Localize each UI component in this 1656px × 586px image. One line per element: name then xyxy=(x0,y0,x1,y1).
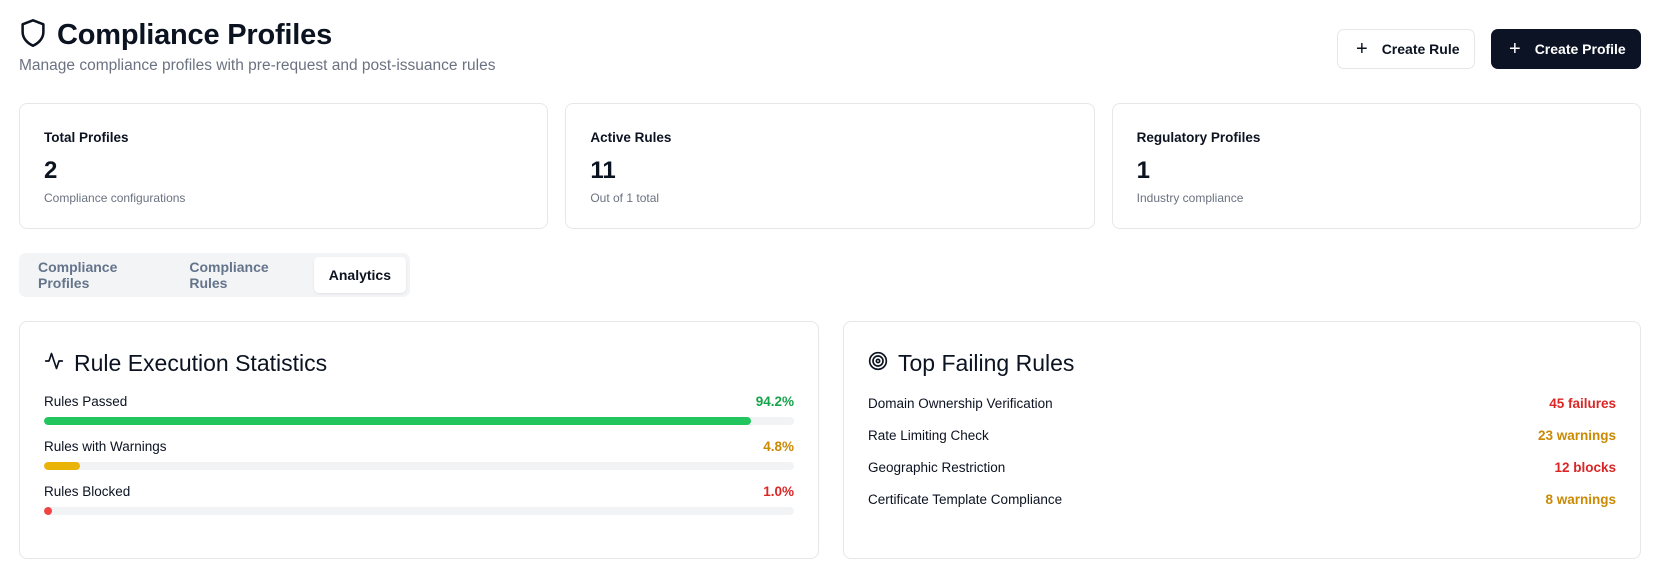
metric-label: Rules Passed xyxy=(44,394,128,409)
stat-value: 1 xyxy=(1136,157,1151,184)
create-rule-button[interactable]: + Create Rule xyxy=(1337,29,1475,69)
tab-analytics[interactable]: Analytics xyxy=(313,257,406,293)
rule-result: 23 warnings xyxy=(1537,428,1616,443)
rule-name: Rate Limiting Check xyxy=(868,428,989,443)
activity-icon xyxy=(44,350,64,377)
rule-name: Geographic Restriction xyxy=(868,460,1006,475)
rule-execution-panel: Rule Execution Statistics Rules Passed 9… xyxy=(19,321,819,559)
metric-rules-warnings: Rules with Warnings 4.8% xyxy=(44,439,794,470)
list-item: Domain Ownership Verification 45 failure… xyxy=(868,396,1616,428)
tab-list: Compliance Profiles Compliance Rules Ana… xyxy=(19,253,410,297)
panel-title: Rule Execution Statistics xyxy=(74,349,328,376)
page-subtitle: Manage compliance profiles with pre-requ… xyxy=(19,57,496,74)
metric-rules-blocked: Rules Blocked 1.0% xyxy=(44,484,794,515)
create-profile-label: Create Profile xyxy=(1534,41,1626,57)
stat-caption: Industry compliance xyxy=(1136,191,1244,205)
stat-card-active-rules: Active Rules 11 Out of 1 total xyxy=(565,103,1095,229)
metric-percent: 4.8% xyxy=(763,439,794,454)
panel-title: Top Failing Rules xyxy=(898,349,1075,376)
tab-compliance-profiles[interactable]: Compliance Profiles xyxy=(23,257,174,293)
create-rule-label: Create Rule xyxy=(1381,41,1460,57)
plus-icon: + xyxy=(1356,38,1368,60)
progress-track xyxy=(44,462,794,470)
target-icon xyxy=(868,350,888,377)
rule-name: Domain Ownership Verification xyxy=(868,396,1053,411)
plus-icon: + xyxy=(1509,38,1521,60)
stat-card-total-profiles: Total Profiles 2 Compliance configuratio… xyxy=(19,103,549,229)
failing-rules-list: Domain Ownership Verification 45 failure… xyxy=(868,396,1616,524)
progress-track xyxy=(44,507,794,515)
stat-value: 2 xyxy=(44,157,58,184)
metric-rules-passed: Rules Passed 94.2% xyxy=(44,394,794,425)
progress-fill xyxy=(44,417,751,425)
list-item: Geographic Restriction 12 blocks xyxy=(868,460,1616,492)
panel-title-row: Rule Execution Statistics xyxy=(44,346,794,380)
list-item: Certificate Template Compliance 8 warnin… xyxy=(868,492,1616,524)
stat-card-regulatory-profiles: Regulatory Profiles 1 Industry complianc… xyxy=(1111,103,1641,229)
tab-compliance-rules[interactable]: Compliance Rules xyxy=(174,257,313,293)
metric-label: Rules Blocked xyxy=(44,484,131,499)
rule-result: 45 failures xyxy=(1549,396,1616,411)
stat-label: Regulatory Profiles xyxy=(1136,130,1261,145)
shield-icon xyxy=(19,18,47,53)
rule-name: Certificate Template Compliance xyxy=(868,492,1063,507)
stat-caption: Compliance configurations xyxy=(44,191,186,205)
page-title: Compliance Profiles xyxy=(57,19,332,51)
stat-value: 11 xyxy=(590,157,616,184)
panel-title-row: Top Failing Rules xyxy=(868,346,1616,380)
progress-track xyxy=(44,417,794,425)
metric-label: Rules with Warnings xyxy=(44,439,167,454)
create-profile-button[interactable]: + Create Profile xyxy=(1491,29,1641,69)
progress-fill xyxy=(44,462,80,470)
rule-result: 12 blocks xyxy=(1554,460,1616,475)
header-actions: + Create Rule + Create Profile xyxy=(1337,29,1641,69)
page-header: Compliance Profiles Manage compliance pr… xyxy=(19,18,495,75)
progress-fill xyxy=(44,507,52,515)
title-row: Compliance Profiles xyxy=(19,18,495,53)
stats-row: Total Profiles 2 Compliance configuratio… xyxy=(19,103,1641,229)
metric-percent: 94.2% xyxy=(755,394,794,409)
stat-label: Active Rules xyxy=(590,130,672,145)
top-failing-rules-panel: Top Failing Rules Domain Ownership Verif… xyxy=(843,321,1641,559)
stat-label: Total Profiles xyxy=(44,130,129,145)
metric-percent: 1.0% xyxy=(763,484,794,499)
stat-caption: Out of 1 total xyxy=(590,191,660,205)
list-item: Rate Limiting Check 23 warnings xyxy=(868,428,1616,460)
rule-result: 8 warnings xyxy=(1545,492,1616,507)
